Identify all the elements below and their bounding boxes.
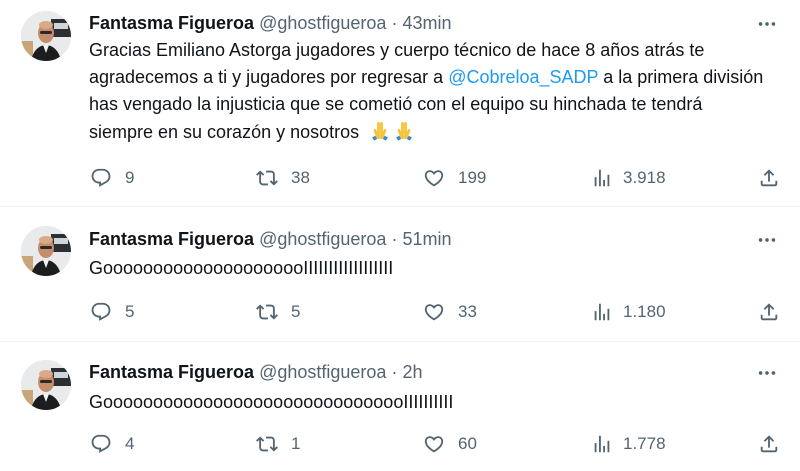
- retweet-button[interactable]: 5: [256, 300, 300, 324]
- author-handle[interactable]: @ghostfigueroa: [259, 229, 386, 249]
- author-handle[interactable]: @ghostfigueroa: [259, 13, 386, 33]
- like-count: 33: [458, 302, 477, 321]
- like-count: 60: [458, 434, 477, 453]
- three-dots-icon: [756, 229, 778, 251]
- separator-dot: ·: [391, 362, 398, 382]
- author-name[interactable]: Fantasma Figueroa: [89, 13, 254, 33]
- tweet-timestamp[interactable]: 43min: [402, 13, 451, 33]
- tweet-actions: 9 38 199 3.918: [0, 166, 800, 190]
- like-button[interactable]: 60: [423, 432, 477, 456]
- like-button[interactable]: 33: [423, 300, 477, 324]
- view-count: 1.778: [623, 434, 666, 453]
- speech-bubble-icon: [90, 433, 112, 455]
- tweet-header: Fantasma Figueroa @ghostfigueroa · 51min: [89, 227, 451, 251]
- heart-icon: [423, 167, 445, 189]
- reply-button[interactable]: 4: [90, 432, 134, 456]
- tweet-text: GooooooooooooooooooooooooooooooIIIIIIIII…: [89, 392, 454, 412]
- views-button[interactable]: 3.918: [591, 166, 666, 190]
- retweet-count: 1: [291, 434, 301, 453]
- tweet[interactable]: Fantasma Figueroa @ghostfigueroa · 51min…: [0, 207, 800, 340]
- tweet-timestamp[interactable]: 51min: [402, 229, 451, 249]
- avatar[interactable]: [21, 11, 71, 61]
- retweet-arrows-icon: [256, 301, 278, 323]
- avatar[interactable]: [21, 360, 71, 410]
- retweet-arrows-icon: [256, 433, 278, 455]
- retweet-button[interactable]: 1: [256, 432, 300, 456]
- folded-hands-emoji: [368, 118, 416, 150]
- tweet[interactable]: Fantasma Figueroa @ghostfigueroa · 43min…: [0, 0, 800, 205]
- views-button[interactable]: 1.180: [591, 300, 666, 324]
- more-options-button[interactable]: [756, 362, 778, 384]
- tweet-feed: Fantasma Figueroa @ghostfigueroa · 43min…: [0, 0, 800, 471]
- retweet-arrows-icon: [256, 167, 278, 189]
- view-count: 3.918: [623, 168, 666, 187]
- tweet-actions: 4 1 60 1.778: [0, 432, 800, 456]
- reply-button[interactable]: 9: [90, 166, 134, 190]
- avatar[interactable]: [21, 226, 71, 276]
- share-button[interactable]: [758, 432, 780, 456]
- reply-button[interactable]: 5: [90, 300, 134, 324]
- like-button[interactable]: 199: [423, 166, 486, 190]
- three-dots-icon: [756, 362, 778, 384]
- reply-count: 5: [125, 302, 135, 321]
- retweet-count: 5: [291, 302, 301, 321]
- retweet-count: 38: [291, 168, 310, 187]
- bar-chart-icon: [591, 167, 613, 189]
- author-name[interactable]: Fantasma Figueroa: [89, 229, 254, 249]
- author-handle[interactable]: @ghostfigueroa: [259, 362, 386, 382]
- view-count: 1.180: [623, 302, 666, 321]
- heart-icon: [423, 301, 445, 323]
- reply-count: 4: [125, 434, 135, 453]
- like-count: 199: [458, 168, 487, 187]
- three-dots-icon: [756, 13, 778, 35]
- bar-chart-icon: [591, 301, 613, 323]
- share-button[interactable]: [758, 166, 780, 190]
- speech-bubble-icon: [90, 301, 112, 323]
- tweet-header: Fantasma Figueroa @ghostfigueroa · 43min: [89, 11, 451, 35]
- heart-icon: [423, 433, 445, 455]
- share-upload-icon: [758, 301, 780, 323]
- tweet-text: GooooooooooooooooooooIIIIIIIIIIIIIIIIII: [89, 258, 394, 278]
- mention-link[interactable]: @Cobreloa_SADP: [448, 67, 598, 87]
- share-upload-icon: [758, 167, 780, 189]
- share-upload-icon: [758, 433, 780, 455]
- views-button[interactable]: 1.778: [591, 432, 666, 456]
- bar-chart-icon: [591, 433, 613, 455]
- separator-dot: ·: [391, 229, 398, 249]
- share-button[interactable]: [758, 300, 780, 324]
- separator-dot: ·: [391, 13, 398, 33]
- retweet-button[interactable]: 38: [256, 166, 310, 190]
- speech-bubble-icon: [90, 167, 112, 189]
- tweet-text: Gracias Emiliano Astorga jugadores y cue…: [89, 37, 769, 150]
- more-options-button[interactable]: [756, 13, 778, 35]
- more-options-button[interactable]: [756, 229, 778, 251]
- tweet-header: Fantasma Figueroa @ghostfigueroa · 2h: [89, 360, 422, 384]
- reply-count: 9: [125, 168, 135, 187]
- tweet-timestamp[interactable]: 2h: [402, 362, 422, 382]
- tweet[interactable]: Fantasma Figueroa @ghostfigueroa · 2h Go…: [0, 342, 800, 471]
- author-name[interactable]: Fantasma Figueroa: [89, 362, 254, 382]
- tweet-actions: 5 5 33 1.180: [0, 300, 800, 324]
